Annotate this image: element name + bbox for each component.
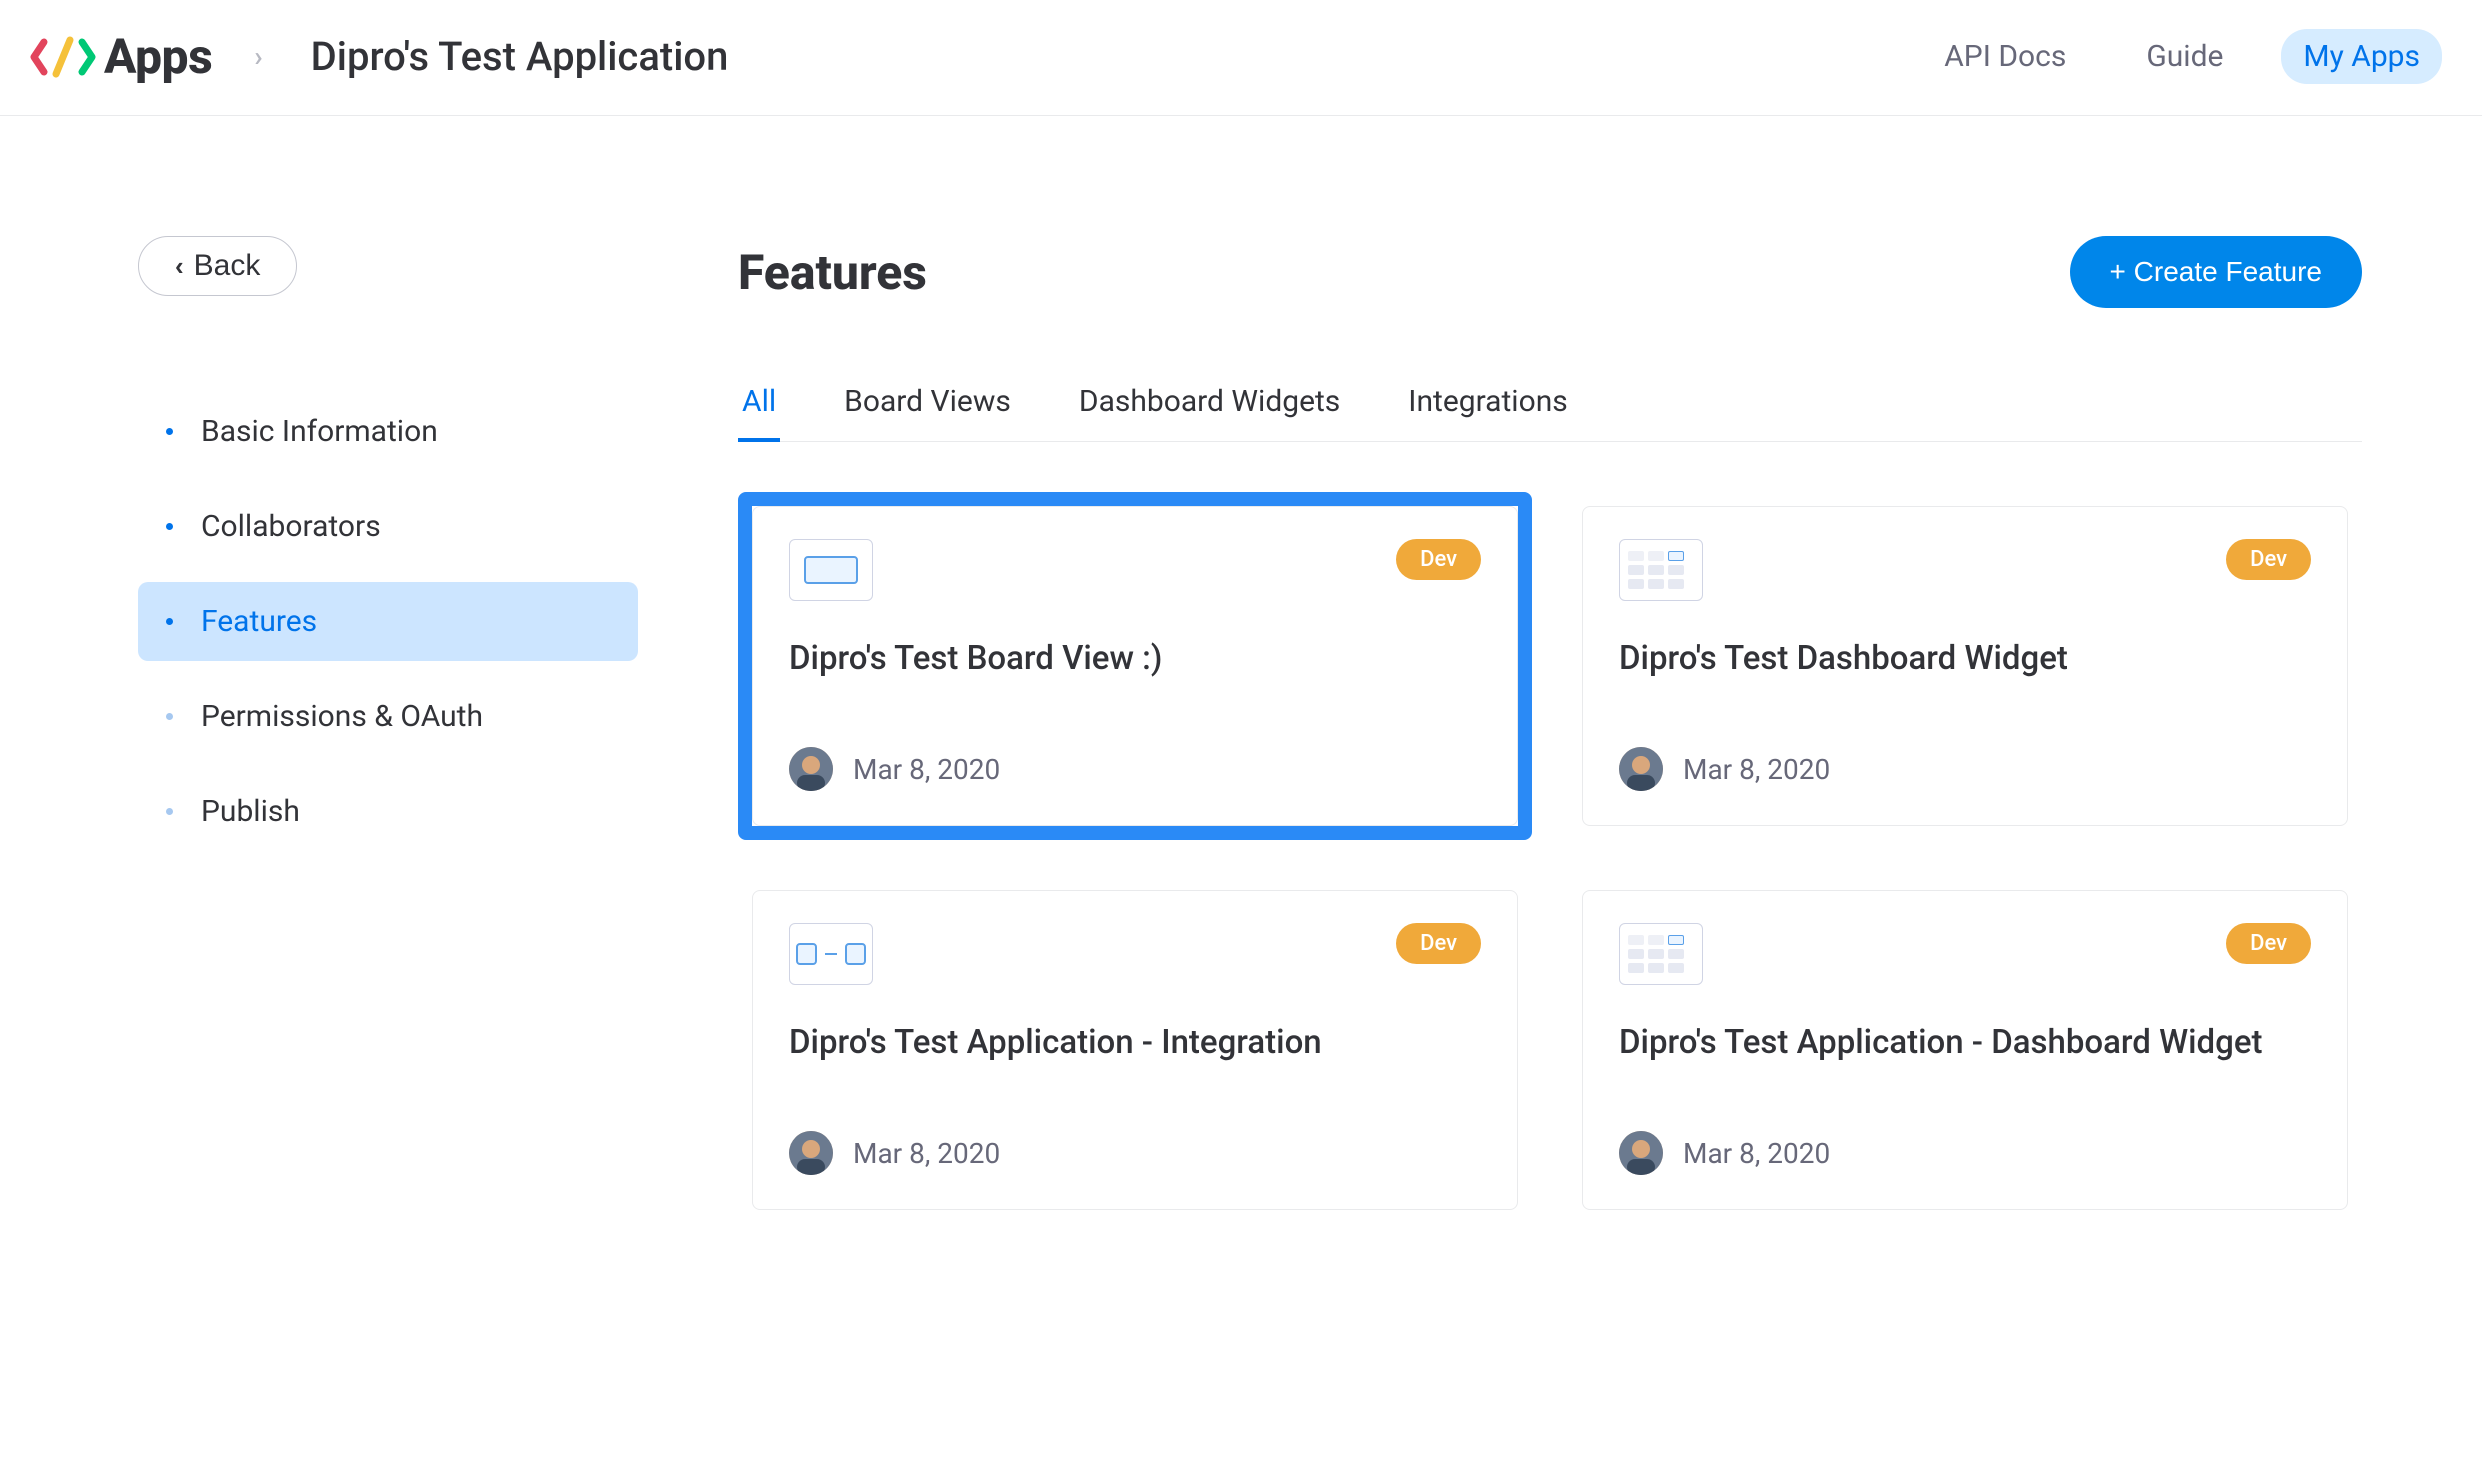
- sidebar-item-basic-information[interactable]: Basic Information: [138, 392, 638, 471]
- board-view-icon: [789, 539, 873, 601]
- sidebar-item-label: Basic Information: [201, 414, 438, 449]
- bullet-icon: [166, 808, 173, 815]
- feature-card-highlight-frame: Dev Dipro's Test Board View :) Mar 8, 20…: [738, 492, 1532, 840]
- card-date: Mar 8, 2020: [1683, 753, 1830, 786]
- sidebar: ‹ Back Basic Information Collaborators F…: [138, 236, 638, 1224]
- page-body: ‹ Back Basic Information Collaborators F…: [0, 116, 2482, 1224]
- page-title: Features: [738, 244, 927, 301]
- feature-card[interactable]: Dev Dipro's Test Board View :) Mar 8, 20…: [752, 506, 1518, 826]
- avatar: [789, 747, 833, 791]
- feature-cards-grid: Dev Dipro's Test Board View :) Mar 8, 20…: [738, 492, 2362, 1224]
- card-top-row: Dev: [789, 923, 1481, 985]
- nav-api-docs[interactable]: API Docs: [1922, 29, 2088, 84]
- tab-dashboard-widgets[interactable]: Dashboard Widgets: [1075, 368, 1344, 441]
- status-badge: Dev: [2226, 923, 2311, 964]
- brand-title: Apps: [104, 28, 212, 85]
- card-date: Mar 8, 2020: [1683, 1137, 1830, 1170]
- back-button[interactable]: ‹ Back: [138, 236, 297, 296]
- sidebar-item-permissions-oauth[interactable]: Permissions & OAuth: [138, 677, 638, 756]
- nav-guide[interactable]: Guide: [2124, 29, 2245, 84]
- feature-card-frame: Dev Dipro's Test Application - Integrati…: [738, 876, 1532, 1224]
- card-title: Dipro's Test Application - Dashboard Wid…: [1619, 1023, 2311, 1101]
- card-meta: Mar 8, 2020: [1619, 747, 2311, 791]
- avatar: [1619, 747, 1663, 791]
- card-meta: Mar 8, 2020: [789, 1131, 1481, 1175]
- header-nav: API Docs Guide My Apps: [1922, 29, 2442, 84]
- sidebar-item-features[interactable]: Features: [138, 582, 638, 661]
- bullet-icon: [166, 428, 173, 435]
- avatar: [789, 1131, 833, 1175]
- card-top-row: Dev: [1619, 539, 2311, 601]
- feature-card-frame: Dev Dipro's Test Application - Dashboard…: [1568, 876, 2362, 1224]
- bullet-icon: [166, 713, 173, 720]
- back-button-label: Back: [194, 249, 261, 283]
- card-title: Dipro's Test Board View :): [789, 639, 1481, 717]
- card-title: Dipro's Test Dashboard Widget: [1619, 639, 2311, 717]
- tab-board-views[interactable]: Board Views: [840, 368, 1015, 441]
- card-title: Dipro's Test Application - Integration: [789, 1023, 1481, 1101]
- create-feature-button[interactable]: + Create Feature: [2070, 236, 2362, 308]
- card-meta: Mar 8, 2020: [789, 747, 1481, 791]
- card-date: Mar 8, 2020: [853, 753, 1000, 786]
- brand-logo-icon: [28, 34, 100, 80]
- sidebar-nav: Basic Information Collaborators Features…: [138, 392, 638, 851]
- integration-icon: [789, 923, 873, 985]
- dashboard-widget-icon: [1619, 539, 1703, 601]
- bullet-icon: [166, 618, 173, 625]
- bullet-icon: [166, 523, 173, 530]
- top-header: Apps › Dipro's Test Application API Docs…: [0, 0, 2482, 116]
- brand-logo[interactable]: Apps: [28, 28, 212, 85]
- feature-card[interactable]: Dev Dipro's Test Application - Integrati…: [752, 890, 1518, 1210]
- main-header-row: Features + Create Feature: [738, 236, 2362, 308]
- card-top-row: Dev: [1619, 923, 2311, 985]
- breadcrumb-current[interactable]: Dipro's Test Application: [311, 33, 729, 80]
- card-meta: Mar 8, 2020: [1619, 1131, 2311, 1175]
- sidebar-item-label: Permissions & OAuth: [201, 699, 483, 734]
- feature-tabs: All Board Views Dashboard Widgets Integr…: [738, 368, 2362, 442]
- nav-my-apps[interactable]: My Apps: [2281, 29, 2442, 84]
- card-date: Mar 8, 2020: [853, 1137, 1000, 1170]
- feature-card[interactable]: Dev Dipro's Test Dashboard Widget Mar 8,…: [1582, 506, 2348, 826]
- main-content: Features + Create Feature All Board View…: [738, 236, 2422, 1224]
- status-badge: Dev: [1396, 923, 1481, 964]
- feature-card-frame: Dev Dipro's Test Dashboard Widget Mar 8,…: [1568, 492, 2362, 840]
- chevron-left-icon: ‹: [175, 251, 184, 282]
- feature-card[interactable]: Dev Dipro's Test Application - Dashboard…: [1582, 890, 2348, 1210]
- sidebar-item-publish[interactable]: Publish: [138, 772, 638, 851]
- tab-integrations[interactable]: Integrations: [1404, 368, 1571, 441]
- card-top-row: Dev: [789, 539, 1481, 601]
- avatar: [1619, 1131, 1663, 1175]
- sidebar-item-label: Publish: [201, 794, 300, 829]
- status-badge: Dev: [2226, 539, 2311, 580]
- dashboard-widget-icon: [1619, 923, 1703, 985]
- sidebar-item-label: Collaborators: [201, 509, 381, 544]
- sidebar-item-collaborators[interactable]: Collaborators: [138, 487, 638, 566]
- status-badge: Dev: [1396, 539, 1481, 580]
- tab-all[interactable]: All: [738, 368, 780, 441]
- sidebar-item-label: Features: [201, 604, 317, 639]
- breadcrumb-chevron-icon: ›: [234, 40, 282, 73]
- header-left: Apps › Dipro's Test Application: [28, 28, 728, 85]
